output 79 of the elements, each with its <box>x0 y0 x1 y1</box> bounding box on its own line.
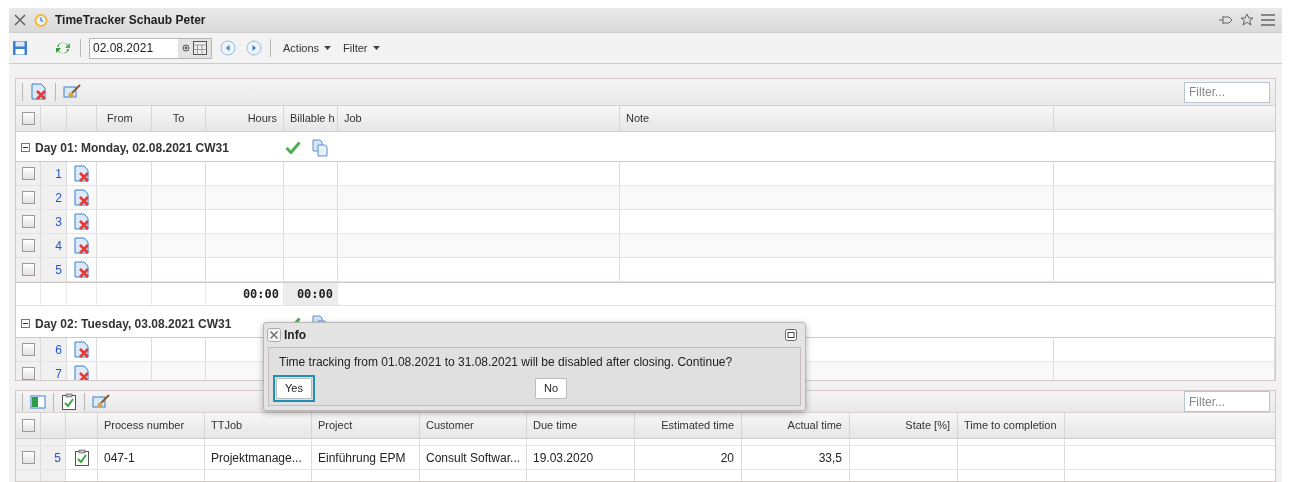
filter-field[interactable]: Filter... <box>1184 391 1270 412</box>
row-number: 7 <box>55 365 62 380</box>
broom-icon[interactable] <box>92 393 110 410</box>
row-number: 5 <box>54 449 61 467</box>
menu-button[interactable]: Filter <box>339 39 384 57</box>
delete-document-icon[interactable] <box>72 164 91 183</box>
calendar-icon[interactable] <box>193 41 207 55</box>
pin-icon[interactable] <box>1218 13 1234 27</box>
dialog-message: Time tracking from 01.08.2021 to 31.08.2021 will be disabled after closing. Continue? <box>279 354 734 371</box>
next-icon[interactable] <box>246 40 262 56</box>
checkbox[interactable] <box>21 451 35 464</box>
row-number: 1 <box>55 165 62 183</box>
checkbox[interactable] <box>21 167 35 180</box>
broom-icon[interactable] <box>63 84 81 100</box>
clear-icon[interactable] <box>182 44 190 52</box>
column-header[interactable]: Due time <box>527 413 635 438</box>
checkbox[interactable] <box>21 419 35 432</box>
save-icon[interactable] <box>12 40 28 56</box>
previous-icon[interactable] <box>220 40 236 56</box>
refresh-icon[interactable] <box>54 40 72 56</box>
checkbox[interactable] <box>21 343 35 356</box>
filter-field[interactable]: Filter... <box>1184 81 1270 103</box>
row-number: 4 <box>55 237 62 255</box>
delete-document-icon[interactable] <box>72 340 91 359</box>
caret-icon <box>372 46 380 50</box>
total-hours: 00:00 <box>242 286 279 303</box>
total-billable: 00:00 <box>296 286 333 303</box>
checkbox[interactable] <box>21 191 35 204</box>
column-header[interactable]: Job <box>338 106 620 131</box>
row-number: 2 <box>55 189 62 207</box>
window-title: TimeTracker Schaub Peter <box>55 12 206 29</box>
checkbox[interactable] <box>21 239 35 252</box>
clipboard-check-icon[interactable] <box>61 393 77 410</box>
column-header[interactable]: Project <box>312 413 420 438</box>
clock-icon <box>33 12 49 28</box>
column-header[interactable]: Note <box>620 106 1054 131</box>
collapse-icon[interactable] <box>21 319 30 328</box>
menu-button[interactable]: Actions <box>279 39 336 57</box>
spreadsheet-icon[interactable] <box>30 393 46 410</box>
delete-document-icon[interactable] <box>30 83 48 101</box>
clipboard-check-icon[interactable] <box>73 449 90 466</box>
delete-document-icon[interactable] <box>72 236 91 255</box>
star-icon[interactable] <box>1240 13 1254 27</box>
collapse-icon[interactable] <box>21 143 30 152</box>
day-title: Day 02: Tuesday, 03.08.2021 CW31 <box>35 315 233 333</box>
column-header[interactable]: Hours <box>206 106 284 131</box>
day-title: Day 01: Monday, 02.08.2021 CW31 <box>35 139 230 157</box>
column-header[interactable]: From <box>97 106 152 131</box>
menu-icon[interactable] <box>1260 13 1276 27</box>
row-number: 6 <box>55 341 62 359</box>
checkbox[interactable] <box>21 215 35 228</box>
column-header[interactable]: Customer <box>420 413 527 438</box>
row-number: 5 <box>55 261 62 279</box>
copy-icon[interactable] <box>312 138 328 157</box>
close-icon[interactable] <box>13 13 27 27</box>
column-header[interactable]: Process number <box>98 413 205 438</box>
column-header[interactable]: TTJob <box>205 413 312 438</box>
column-header[interactable]: Time to completion <box>958 413 1065 438</box>
column-header[interactable]: Estimated time <box>635 413 742 438</box>
dialog-button[interactable]: No <box>534 378 567 399</box>
column-header[interactable]: Actual time <box>742 413 850 438</box>
dialog-title: Info <box>284 327 306 344</box>
delete-document-icon[interactable] <box>72 212 91 231</box>
row-number: 3 <box>55 213 62 231</box>
delete-document-icon[interactable] <box>72 260 91 279</box>
column-header[interactable]: To <box>152 106 206 131</box>
checkbox[interactable] <box>21 367 35 380</box>
check-icon[interactable] <box>285 141 301 154</box>
caret-icon <box>324 46 332 50</box>
column-header[interactable]: Billable h <box>284 106 338 131</box>
checkbox[interactable] <box>21 263 35 276</box>
delete-document-icon[interactable] <box>72 364 91 380</box>
close-icon[interactable] <box>267 328 281 342</box>
maximize-icon[interactable] <box>785 329 797 341</box>
checkbox[interactable] <box>21 112 35 125</box>
delete-document-icon[interactable] <box>72 188 91 207</box>
column-header[interactable]: State [%] <box>850 413 958 438</box>
dialog-button[interactable]: Yes <box>273 375 315 402</box>
date-field[interactable]: 02.08.2021 <box>89 37 212 59</box>
